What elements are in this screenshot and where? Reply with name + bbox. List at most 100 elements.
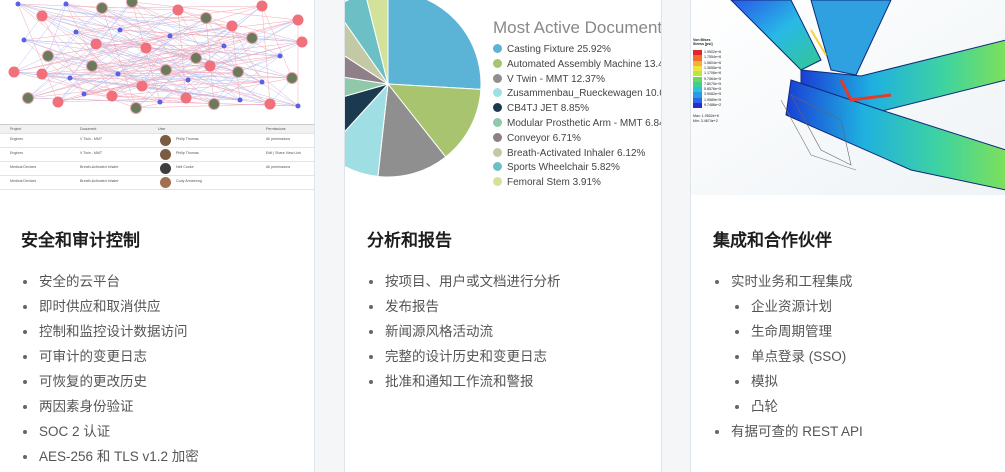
list-item: 两因素身份验证	[21, 397, 199, 422]
avatar	[160, 177, 171, 188]
table-row[interactable]: Medical Devices Breath-Activated Inhaler…	[0, 176, 314, 190]
legend-label: 7.8070e+5	[704, 81, 722, 86]
legend-label: 9.7564e+5	[704, 76, 722, 81]
network-edge	[57, 97, 187, 103]
table-row[interactable]: Engines V Twin - MMT Philip Thomas Edit …	[0, 148, 314, 162]
list-item: 有据可查的 REST API	[713, 422, 863, 447]
table-header-cell: Project	[10, 127, 22, 131]
network-node	[160, 64, 172, 76]
network-node	[81, 91, 87, 97]
table-cell: V Twin - MMT	[80, 151, 103, 155]
network-node	[21, 37, 27, 43]
legend-label: 1.5604e+6	[704, 60, 722, 65]
network-node	[36, 68, 48, 80]
max-label: Max: 1.9502e+6	[693, 114, 719, 118]
list-item: 按项目、用户或文档进行分析	[367, 272, 561, 297]
list-item: 可审计的变更日志	[21, 347, 199, 372]
network-node	[52, 96, 64, 108]
security-audit-card: Project Document User Permissions Engine…	[0, 0, 315, 472]
network-node	[117, 27, 123, 33]
network-node	[8, 66, 20, 78]
network-node	[86, 60, 98, 72]
legend-dot	[493, 73, 502, 83]
chart-title: Most Active Documents	[493, 18, 661, 37]
legend-item: CB4TJ JET 8.85%	[493, 103, 589, 114]
legend-label: Sports Wheelchair 5.82%	[507, 162, 620, 174]
avatar	[160, 135, 171, 146]
fea-simulation-image: Von Mises Stress [psi] 1.9502e+6 1.7554e…	[691, 0, 1005, 195]
network-node	[90, 38, 102, 50]
network-edge	[177, 9, 253, 39]
network-node	[167, 33, 173, 39]
table-header-cell: User	[158, 127, 166, 131]
legend-item: Sports Wheelchair 5.82%	[493, 162, 620, 173]
list-item: 发布报告	[367, 297, 561, 322]
user-network-image: Project Document User Permissions Engine…	[0, 0, 314, 195]
network-node	[136, 80, 148, 92]
table-cell: Medical Devices	[10, 179, 37, 183]
list-item: 生命周期管理	[733, 322, 863, 347]
legend-label: 1.3655e+6	[704, 65, 722, 70]
network-node	[140, 42, 152, 54]
legend-item: Breath-Activated Inhaler 6.12%	[493, 147, 645, 159]
list-item: 完整的设计历史和变更日志	[367, 347, 561, 372]
legend-label: Conveyor 6.71%	[507, 132, 581, 144]
table-header-cell: Document	[80, 127, 97, 131]
network-node	[256, 0, 268, 12]
legend-item: Casting Fixture 25.92%	[493, 44, 611, 55]
table-row[interactable]: Engines V Twin - MMT Philip Thomas All p…	[0, 134, 314, 148]
legend-label: Casting Fixture 25.92%	[507, 44, 611, 55]
table-cell: Engines	[10, 137, 23, 141]
list-item: 安全的云平台	[21, 272, 199, 297]
legend-item: V Twin - MMT 12.37%	[493, 73, 605, 85]
network-node	[63, 1, 69, 7]
table-cell: Medical Devices	[10, 165, 37, 169]
network-node	[295, 103, 301, 109]
list-item: AES-256 和 TLS v1.2 加密	[21, 447, 199, 472]
network-graph	[8, 0, 308, 114]
table-row[interactable]: Medical Devices Breath-Activated Inhaler…	[0, 162, 314, 176]
legend-item: Modular Prosthetic Arm - MMT 6.84	[493, 118, 661, 129]
legend-label: Automated Assembly Machine 13.4	[507, 58, 661, 70]
legend-label: 1.7554e+6	[704, 55, 722, 60]
card-title: 安全和审计控制	[21, 231, 140, 250]
network-node	[172, 4, 184, 16]
network-node	[277, 53, 283, 59]
legend-item: Zusammenbau_Rueckewagen 10.01	[493, 88, 661, 99]
legend-label: Femoral Stem 3.91%	[507, 177, 601, 189]
list-item: 企业资源计划	[733, 297, 863, 322]
network-edge	[141, 81, 263, 87]
network-node	[106, 90, 118, 102]
legend-label: 1.9589e+5	[704, 97, 722, 102]
permissions-table: Project Document User Permissions Engine…	[0, 124, 314, 195]
pie-slice	[387, 0, 482, 90]
legend-label: 1.9502e+6	[704, 50, 722, 54]
feature-list: 按项目、用户或文档进行分析 发布报告 新闻源风格活动流 完整的设计历史和变更日志…	[367, 272, 561, 397]
feature-list: 安全的云平台 即时供应和取消供应 控制和监控设计数据访问 可审计的变更日志 可恢…	[21, 272, 199, 472]
min-label: Min: 3.4674e+2	[693, 119, 718, 123]
list-item: SOC 2 认证	[21, 422, 199, 447]
stress-color-legend: Von Mises Stress [psi] 1.9502e+6 1.7554e…	[691, 38, 735, 138]
legend-item: Automated Assembly Machine 13.4	[493, 58, 661, 70]
avatar	[160, 149, 171, 160]
network-node	[185, 77, 191, 83]
list-item: 凸轮	[733, 397, 863, 422]
legend-dot	[493, 58, 502, 68]
table-cell: All permissions	[266, 137, 291, 141]
network-edge	[83, 93, 215, 105]
table-cell: Engines	[10, 151, 23, 155]
legend-label: 3.9082e+5	[704, 92, 722, 97]
legend-dot	[493, 132, 502, 142]
network-node	[15, 1, 21, 7]
card-title: 分析和报告	[367, 231, 452, 250]
legend-dot	[493, 88, 502, 98]
network-node	[292, 14, 304, 26]
network-node	[232, 66, 244, 78]
table-header-cell: Permissions	[266, 127, 286, 131]
feature-list: 实时业务和工程集成 企业资源计划 生命周期管理 单点登录 (SSO) 模拟 凸轮…	[713, 272, 863, 447]
network-node	[126, 0, 138, 8]
table-cell: Breath-Activated Inhaler	[80, 179, 119, 183]
pie-chart-image: Most Active Documents Casting Fixture 25…	[345, 0, 661, 195]
network-node	[246, 32, 258, 44]
network-node	[259, 79, 265, 85]
